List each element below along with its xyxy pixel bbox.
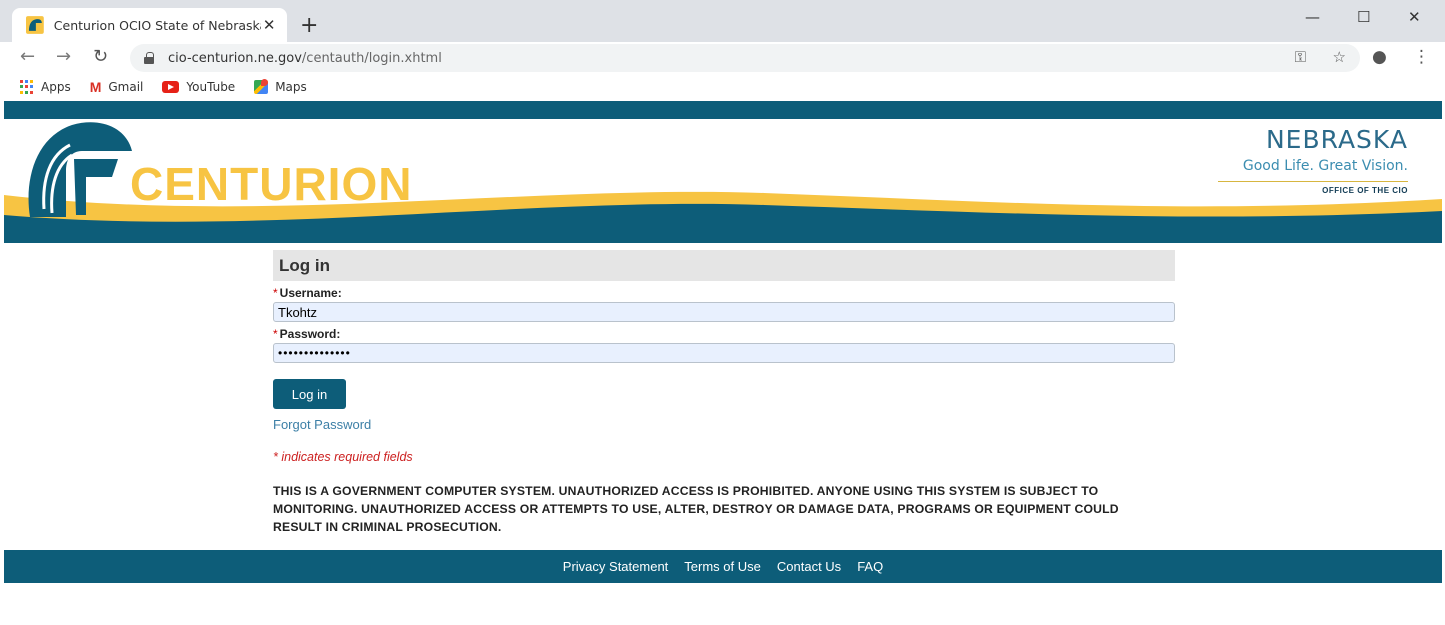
bookmarks-bar: Apps M Gmail YouTube Maps [0, 74, 1445, 100]
bookmark-apps[interactable]: Apps [20, 80, 71, 94]
back-icon[interactable]: ← [20, 46, 35, 67]
tab-title: Centurion OCIO State of Nebraska [53, 17, 262, 33]
username-input[interactable] [273, 302, 1175, 322]
tab-close-icon[interactable]: ✕ [261, 16, 277, 34]
page-viewport: CENTURION NEBRASKA Good Life. Great Visi… [4, 101, 1442, 625]
bookmark-label: Gmail [108, 80, 144, 94]
bookmark-label: YouTube [186, 80, 236, 94]
address-bar[interactable]: cio-centurion.ne.gov/centauth/login.xhtm… [130, 44, 1360, 72]
forgot-password-link[interactable]: Forgot Password [273, 417, 1175, 432]
bookmark-maps[interactable]: Maps [254, 79, 307, 94]
browser-toolbar: ← → ↻ cio-centurion.ne.gov/centauth/logi… [0, 42, 1445, 74]
nebraska-divider [1218, 181, 1408, 182]
bookmark-star-icon[interactable]: ☆ [1333, 48, 1346, 66]
close-window-icon[interactable]: ✕ [1408, 8, 1421, 26]
login-title: Log in [279, 255, 330, 275]
username-label: * Username: [273, 286, 342, 300]
centurion-favicon-icon [26, 16, 44, 34]
browser-titlebar: Centurion OCIO State of Nebraska ✕ + — ☐… [0, 0, 1445, 42]
site-banner: CENTURION NEBRASKA Good Life. Great Visi… [4, 119, 1442, 243]
government-warning-text: THIS IS A GOVERNMENT COMPUTER SYSTEM. UN… [273, 484, 1119, 534]
bookmark-gmail[interactable]: M Gmail [90, 79, 144, 95]
site-footer: Privacy Statement Terms of Use Contact U… [4, 550, 1442, 583]
profile-icon[interactable]: ● [1372, 47, 1387, 67]
required-marker: * [273, 327, 278, 341]
login-header: Log in [273, 250, 1175, 281]
centurion-helmet-logo-icon [28, 122, 132, 217]
reload-icon[interactable]: ↻ [93, 46, 108, 67]
password-label: * Password: [273, 327, 341, 341]
minimize-icon[interactable]: — [1305, 8, 1320, 26]
nebraska-logo: NEBRASKA Good Life. Great Vision. OFFICE… [1208, 125, 1408, 195]
contact-us-link[interactable]: Contact Us [777, 559, 841, 574]
youtube-icon [162, 81, 180, 93]
centurion-logo-text: CENTURION [130, 158, 413, 210]
bookmark-label: Maps [275, 80, 307, 94]
lock-icon [144, 52, 154, 64]
header-top-band [4, 101, 1442, 119]
login-button[interactable]: Log in [273, 379, 346, 409]
maps-icon [254, 79, 269, 94]
bookmark-youtube[interactable]: YouTube [162, 80, 235, 94]
terms-of-use-link[interactable]: Terms of Use [684, 559, 761, 574]
browser-tab[interactable]: Centurion OCIO State of Nebraska ✕ [12, 8, 287, 42]
new-tab-icon[interactable]: + [300, 13, 318, 38]
menu-kebab-icon[interactable]: ⋮ [1413, 47, 1430, 67]
forward-icon[interactable]: → [56, 46, 71, 67]
required-marker: * [273, 286, 278, 300]
url-text: cio-centurion.ne.gov/centauth/login.xhtm… [168, 50, 442, 66]
apps-grid-icon [20, 80, 34, 94]
required-fields-note: * indicates required fields [273, 450, 413, 464]
login-panel: Log in *Username: *Password: Log in Forg… [273, 250, 1175, 536]
maximize-icon[interactable]: ☐ [1357, 8, 1370, 26]
password-key-icon[interactable]: ⚿ [1295, 48, 1306, 66]
privacy-statement-link[interactable]: Privacy Statement [563, 559, 669, 574]
gmail-icon: M [89, 79, 102, 95]
nebraska-wordmark: NEBRASKA [1265, 125, 1408, 154]
nebraska-tagline: Good Life. Great Vision. [1242, 158, 1408, 174]
office-of-cio-label: OFFICE OF THE CIO [1322, 186, 1408, 195]
bookmark-label: Apps [41, 80, 71, 94]
faq-link[interactable]: FAQ [857, 559, 883, 574]
password-input[interactable] [273, 343, 1175, 363]
